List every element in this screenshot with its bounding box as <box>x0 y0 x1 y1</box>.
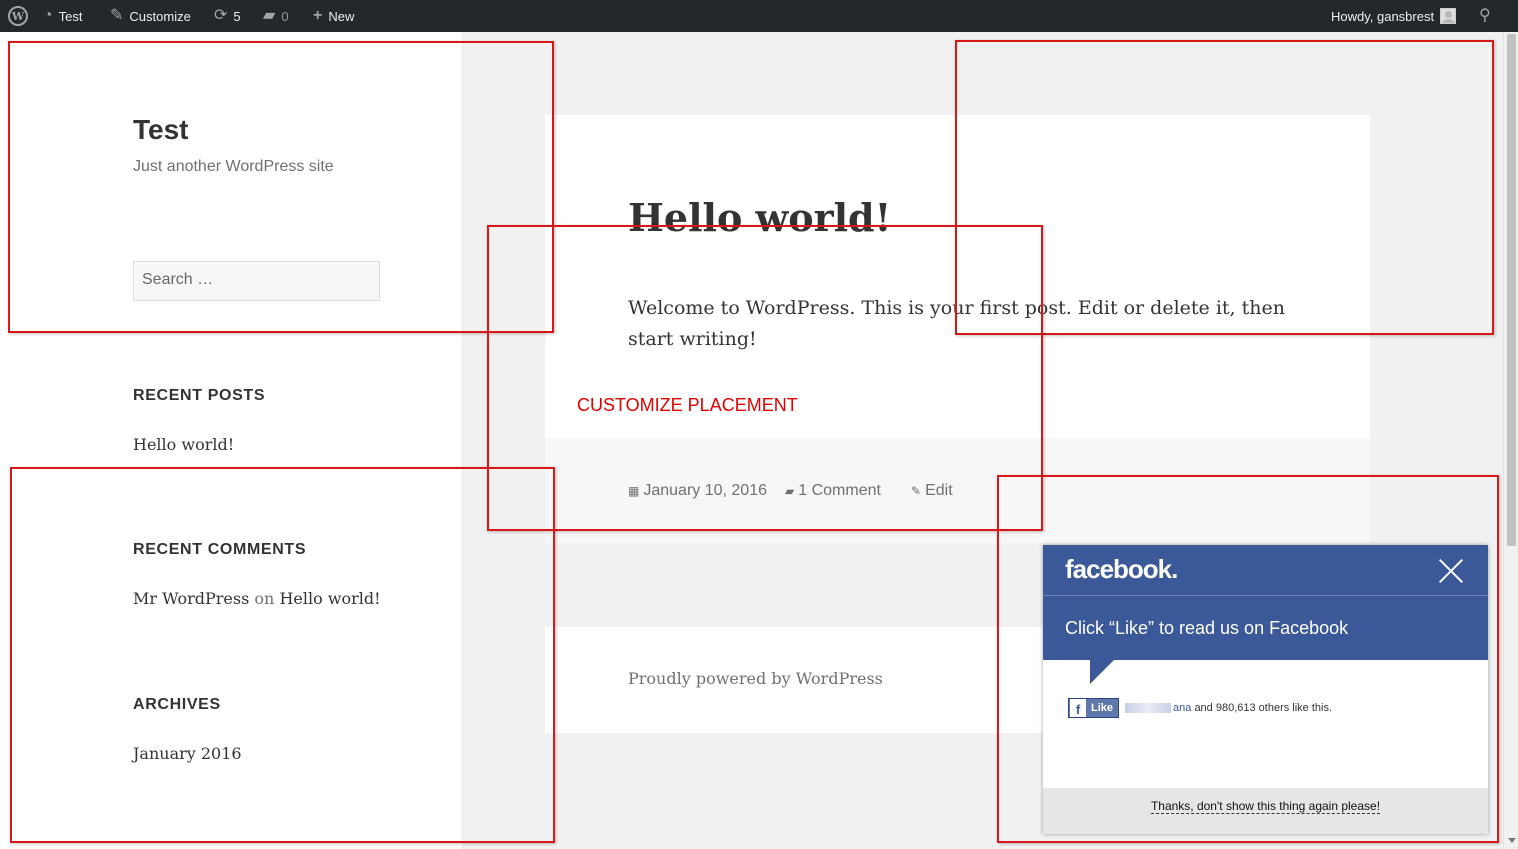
customize-link[interactable]: ✎ Customize <box>110 0 191 32</box>
placement-zone-bottom-left[interactable] <box>10 467 555 843</box>
new-label: New <box>328 8 355 24</box>
recent-post-link[interactable]: Hello world! <box>133 435 234 454</box>
dismiss-link-text: Thanks, don't show this thing again plea… <box>1150 799 1381 814</box>
wordpress-logo-menu[interactable]: W <box>8 0 28 32</box>
avatar <box>1440 8 1457 24</box>
plus-icon: + <box>313 7 323 24</box>
facebook-logo: facebook. <box>1065 554 1178 584</box>
new-content-menu[interactable]: + New <box>313 0 354 32</box>
facebook-like-popup: facebook. Click “Like” to read us on Fac… <box>1043 545 1488 834</box>
facebook-like-button[interactable]: f Like <box>1068 698 1120 718</box>
speech-tail <box>1090 660 1114 684</box>
page-scrollbar[interactable] <box>1503 32 1518 849</box>
admin-search-toggle[interactable]: ⚲ <box>1479 0 1491 32</box>
header-divider <box>1043 595 1488 596</box>
likes-summary: ana and 980,613 others like this. <box>1125 702 1332 714</box>
facebook-popup-header: facebook. Click “Like” to read us on Fac… <box>1043 545 1488 660</box>
like-button-label: Like <box>1091 702 1114 714</box>
howdy-text: Howdy, gansbrest <box>1331 8 1435 24</box>
updates-icon: ⟳ <box>214 7 228 24</box>
scrollbar-thumb[interactable] <box>1507 34 1516 546</box>
brush-icon: ✎ <box>110 7 124 24</box>
search-icon: ⚲ <box>1479 7 1491 24</box>
scroll-down-arrow-icon[interactable] <box>1508 838 1516 843</box>
recent-posts-title: RECENT POSTS <box>133 387 266 404</box>
updates-link[interactable]: ⟳ 5 <box>214 0 241 32</box>
facebook-cta-text: Click “Like” to read us on Facebook <box>1065 618 1349 638</box>
comments-count: 0 <box>281 8 289 24</box>
updates-count: 5 <box>233 8 241 24</box>
close-icon[interactable] <box>1438 558 1464 584</box>
account-menu[interactable]: Howdy, gansbrest <box>1331 0 1457 32</box>
comment-bubble-icon: ▰ <box>263 7 276 24</box>
admin-bar: W ◔ Test ✎ Customize ⟳ 5 ▰ 0 + New Howdy… <box>0 0 1518 32</box>
powered-by-link[interactable]: Proudly powered by WordPress <box>628 669 883 688</box>
site-name-label: Test <box>58 8 83 24</box>
comments-link[interactable]: ▰ 0 <box>263 0 289 32</box>
wordpress-icon: W <box>8 6 28 26</box>
customize-placement-label: CUSTOMIZE PLACEMENT <box>577 395 798 415</box>
dashboard-icon: ◔ <box>43 7 53 24</box>
placement-zone-center[interactable] <box>487 225 1043 531</box>
placement-zone-top-left[interactable] <box>8 41 554 333</box>
friend-name-link[interactable]: ana <box>1173 702 1191 714</box>
facebook-f-icon: f <box>1070 699 1086 717</box>
site-name-menu[interactable]: ◔ Test <box>43 0 83 32</box>
customize-label: Customize <box>129 8 191 24</box>
facebook-like-row: f Like ana and 980,613 others like this. <box>1068 698 1332 718</box>
dismiss-link[interactable]: Thanks, don't show this thing again plea… <box>1043 799 1488 814</box>
blurred-friend-name <box>1125 703 1172 714</box>
likes-count-text: and 980,613 others like this. <box>1194 702 1333 714</box>
